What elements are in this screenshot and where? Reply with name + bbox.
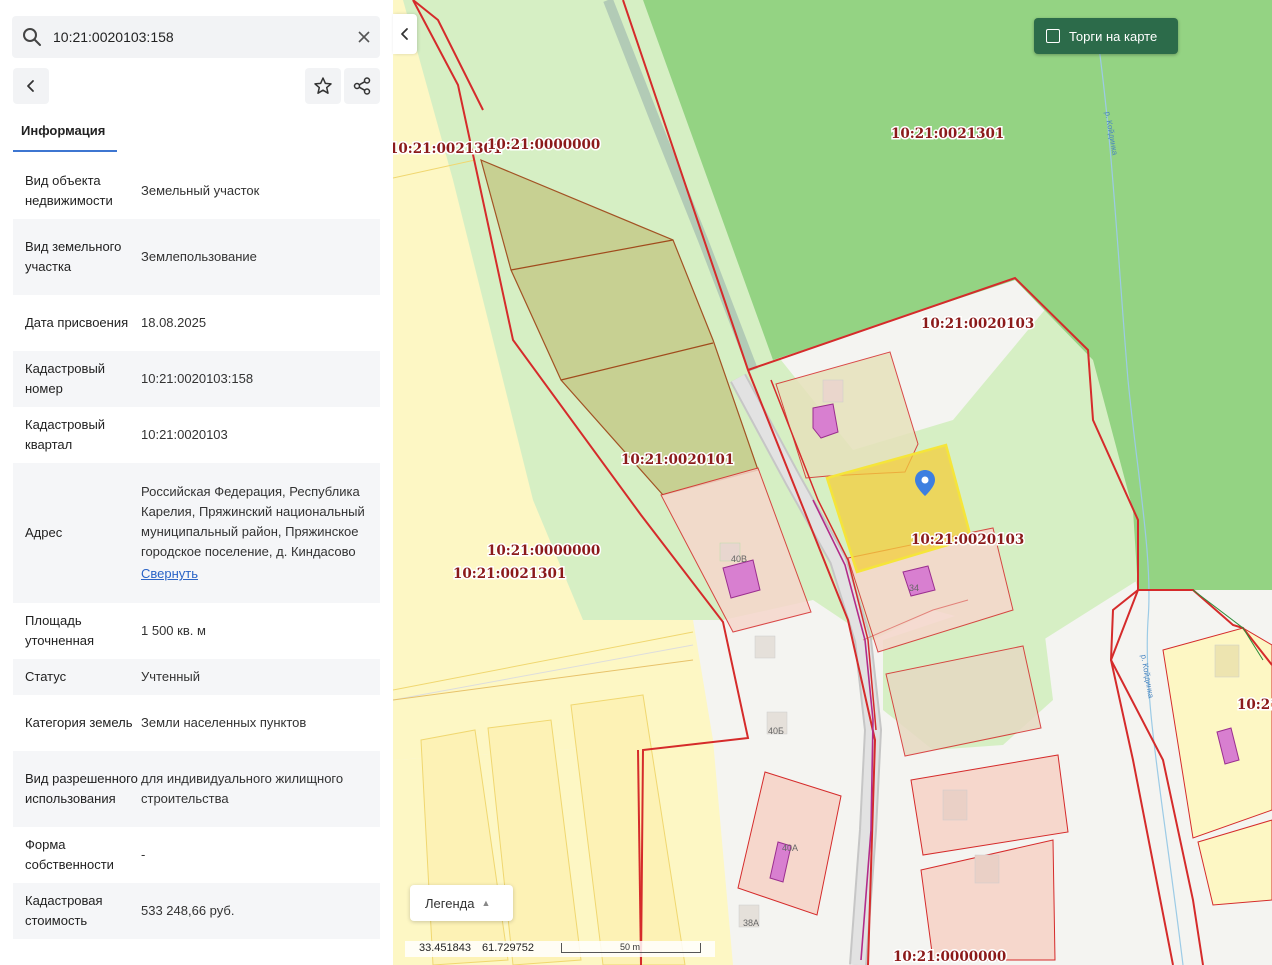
row-key: Дата присвоения xyxy=(25,315,129,330)
cadastral-label: 10:21:0021301 xyxy=(453,566,566,582)
scale-bar: 50 m xyxy=(561,942,701,953)
house-number: 40Б xyxy=(768,726,784,736)
table-row: Статус Учтенный xyxy=(13,659,380,695)
table-row: Дата присвоения 18.08.2025 xyxy=(13,295,380,351)
latitude-readout: 61.729752 xyxy=(482,942,534,954)
table-row: Вид земельного участка Землепользование xyxy=(13,219,380,295)
row-value: Земли населенных пунктов xyxy=(141,715,307,730)
row-key: Категория земель xyxy=(25,715,133,730)
search-box[interactable]: 10:21:0020103:158 xyxy=(12,16,380,58)
house-number: 40В xyxy=(731,554,747,564)
row-key: Кадастровая стоимость xyxy=(25,893,103,928)
cadastral-label: 10:21:0000000 xyxy=(487,137,600,153)
cadastral-label: 10:21:0021301 xyxy=(891,126,1004,142)
longitude-readout: 33.451843 xyxy=(419,942,471,954)
table-row: Категория земель Земли населенных пункто… xyxy=(13,695,380,751)
auctions-toggle-button[interactable]: Торги на карте xyxy=(1034,18,1178,54)
share-icon xyxy=(353,77,371,95)
legend-label: Легенда xyxy=(425,895,475,911)
property-table: Вид объекта недвижимости Земельный участ… xyxy=(13,163,380,939)
info-panel: 10:21:0020103:158 Информация Вид объекта… xyxy=(0,0,393,965)
table-row: Кадастровый номер 10:21:0020103:158 xyxy=(13,351,380,407)
row-key: Вид разрешенного использования xyxy=(25,771,138,806)
row-key: Площадь уточненная xyxy=(25,613,95,648)
building-outline xyxy=(974,854,1000,884)
row-value: Земельный участок xyxy=(141,183,260,198)
row-key: Статус xyxy=(25,669,67,684)
chevron-up-icon: ▲ xyxy=(481,898,491,908)
cadastral-label: 10:21:0000000 xyxy=(487,543,600,559)
row-key: Кадастровый номер xyxy=(25,361,106,396)
row-value: 10:21:0020103:158 xyxy=(141,371,254,386)
cadastral-label: 10:21:0021301 xyxy=(393,141,502,157)
row-value: - xyxy=(141,847,146,862)
row-key: Форма собственности xyxy=(25,837,114,872)
share-button[interactable] xyxy=(344,68,380,104)
row-value: 533 248,66 руб. xyxy=(141,903,235,918)
house-number: 38А xyxy=(743,918,759,928)
row-value: для индивидуального жилищного строительс… xyxy=(141,771,344,806)
back-button[interactable] xyxy=(13,68,49,104)
building-outline xyxy=(822,379,844,403)
search-input[interactable]: 10:21:0020103:158 xyxy=(53,29,174,45)
cadastral-label: 10:21:0020101 xyxy=(621,452,734,468)
row-value: 1 500 кв. м xyxy=(141,623,206,638)
collapse-link[interactable]: Свернуть xyxy=(141,564,198,584)
table-row: Форма собственности - xyxy=(13,827,380,883)
cadastral-label: 10:21:0000000 xyxy=(893,949,1006,965)
table-row: Кадастровый квартал 10:21:0020103 xyxy=(13,407,380,463)
row-value-wrap: Российская Федерация, Республика Карелия… xyxy=(141,482,368,584)
building-outline xyxy=(942,789,968,821)
coordinates-bar: 33.451843 61.729752 50 m xyxy=(405,941,715,957)
star-icon xyxy=(314,77,332,94)
table-row: Вид разрешенного использования для индив… xyxy=(13,751,380,827)
row-key: Адрес xyxy=(25,525,63,540)
chevron-left-icon xyxy=(27,80,34,92)
collapse-panel-button[interactable] xyxy=(393,14,417,54)
row-value: 10:21:0020103 xyxy=(141,427,228,442)
map-canvas[interactable]: 40В 40Б 40А 38А 34 р. Койдинка р. Койдин… xyxy=(393,0,1272,965)
cadastral-label: 10:21:0020103 xyxy=(921,316,1034,332)
house-number: 40А xyxy=(782,843,798,853)
cadastral-label: 10:21 xyxy=(1237,697,1272,713)
house-number: 34 xyxy=(909,583,919,593)
row-key: Вид земельного участка xyxy=(25,239,122,274)
row-value: Землепользование xyxy=(141,249,257,264)
table-row: Кадастровая стоимость 533 248,66 руб. xyxy=(13,883,380,939)
tab-information[interactable]: Информация xyxy=(13,114,117,152)
chevron-left-icon xyxy=(401,28,408,40)
row-value: 18.08.2025 xyxy=(141,315,207,330)
row-value: Учтенный xyxy=(141,669,201,684)
building xyxy=(812,403,839,439)
building-outline xyxy=(1214,644,1240,678)
cadastral-label: 10:21:0020103 xyxy=(911,532,1024,548)
row-key: Вид объекта недвижимости xyxy=(25,173,113,208)
close-icon[interactable] xyxy=(356,29,372,45)
table-row: Площадь уточненная 1 500 кв. м xyxy=(13,603,380,659)
auctions-label: Торги на карте xyxy=(1069,28,1158,44)
table-row: Адрес Российская Федерация, Республика К… xyxy=(13,463,380,603)
address-value: Российская Федерация, Республика Карелия… xyxy=(141,484,365,559)
building-outline xyxy=(754,635,776,659)
search-icon xyxy=(23,28,41,46)
favorite-button[interactable] xyxy=(305,68,341,104)
checkbox-icon[interactable] xyxy=(1046,29,1060,43)
legend-button[interactable]: Легенда ▲ xyxy=(410,885,513,921)
row-key: Кадастровый квартал xyxy=(25,417,106,452)
scale-label: 50 m xyxy=(620,942,641,952)
table-row: Вид объекта недвижимости Земельный участ… xyxy=(13,163,380,219)
map-layer: 40В 40Б 40А 38А 34 р. Койдинка р. Койдин… xyxy=(393,0,1272,965)
